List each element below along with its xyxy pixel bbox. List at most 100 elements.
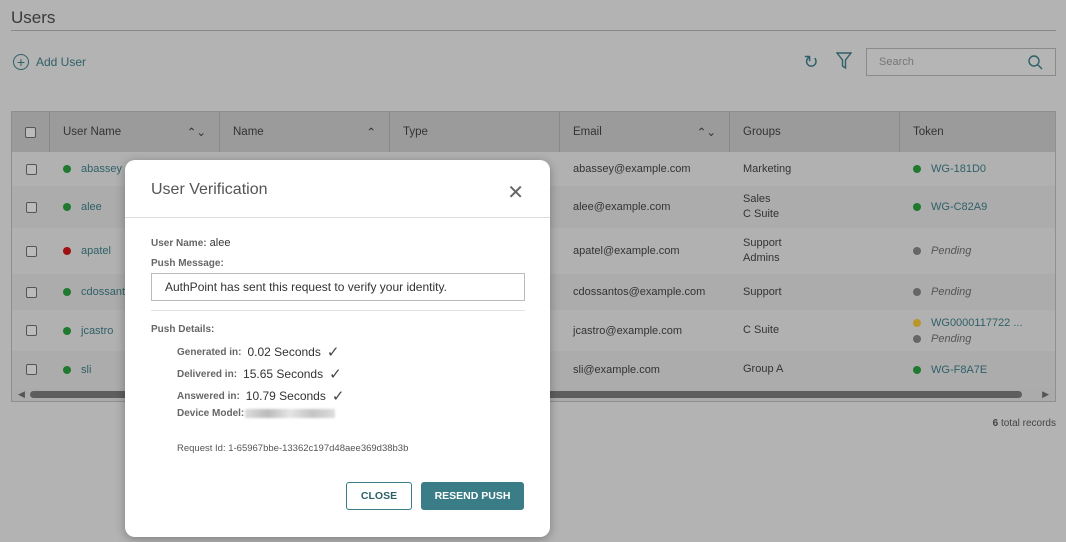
total-records: 6 total records	[993, 418, 1056, 429]
group-label: Support	[743, 285, 782, 298]
title-divider	[11, 30, 1056, 31]
token-cell: WG-C82A9	[900, 186, 1055, 228]
header-label: Email	[573, 126, 602, 138]
status-dot	[63, 365, 71, 374]
select-all-checkbox[interactable]	[25, 126, 36, 138]
group-label: Support	[743, 237, 782, 249]
row-checkbox[interactable]	[25, 245, 37, 257]
token-item: WG-181D0	[913, 161, 986, 177]
user-name-link[interactable]: jcastro	[81, 325, 113, 337]
token-status-dot	[913, 288, 921, 296]
search-input[interactable]	[879, 56, 1019, 68]
checkbox-cell	[12, 152, 50, 186]
row-checkbox[interactable]	[25, 364, 37, 375]
group-label: C Suite	[743, 208, 780, 220]
header-email[interactable]: Email ⌃⌄	[560, 112, 730, 152]
groups-cell: Sales C Suite	[730, 186, 900, 228]
status-dot	[63, 326, 71, 335]
row-checkbox[interactable]	[25, 201, 37, 213]
token-item: WG-F8A7E	[913, 362, 987, 378]
email-cell: apatel@example.com	[573, 245, 680, 257]
push-message-label: Push Message:	[151, 258, 224, 269]
search-icon[interactable]	[1028, 54, 1043, 70]
checkbox-cell	[12, 228, 50, 274]
token-status-dot	[913, 365, 921, 374]
resend-push-button[interactable]: RESEND PUSH	[421, 482, 524, 510]
token-cell: Pending	[900, 274, 1055, 310]
token-link[interactable]: WG-F8A7E	[931, 362, 987, 378]
group-label: C Suite	[743, 324, 780, 336]
group-label: Marketing	[743, 162, 792, 175]
groups-cell: Support	[730, 274, 900, 310]
token-link[interactable]: WG-181D0	[931, 161, 986, 177]
user-name-link[interactable]: sli	[81, 364, 91, 376]
push-details-label: Push Details:	[151, 324, 215, 335]
header-token[interactable]: Token	[900, 112, 1055, 152]
token-status-dot	[913, 334, 921, 343]
header-label: User Name	[63, 126, 122, 138]
status-dot	[63, 247, 71, 255]
filter-icon[interactable]	[834, 52, 854, 72]
token-item: Pending	[913, 243, 971, 259]
push-message-field[interactable]: AuthPoint has sent this request to verif…	[151, 273, 525, 301]
row-checkbox[interactable]	[25, 163, 37, 175]
user-name-value: alee	[209, 237, 231, 249]
close-icon[interactable]: ✕	[507, 180, 524, 205]
close-button[interactable]: CLOSE	[346, 482, 412, 510]
dialog-title: User Verification	[151, 181, 268, 198]
token-cell: Pending	[900, 228, 1055, 274]
row-checkbox[interactable]	[25, 325, 37, 336]
email-cell: sli@example.com	[573, 363, 660, 376]
header-name[interactable]: Name ⌃	[220, 112, 390, 152]
token-link[interactable]: WG0000117722 ...	[931, 315, 1023, 331]
details-divider	[151, 310, 525, 311]
row-checkbox[interactable]	[25, 286, 37, 298]
token-pending: Pending	[931, 332, 972, 345]
header-user-name[interactable]: User Name ⌃⌄	[50, 112, 220, 152]
page-title: Users	[11, 8, 56, 27]
token-status-dot	[913, 247, 921, 255]
scroll-right-icon[interactable]: ▶	[1042, 389, 1049, 400]
group-label: Group A	[743, 363, 784, 375]
checkbox-cell	[12, 310, 50, 351]
check-icon: ✓	[326, 344, 340, 361]
token-item: WG-C82A9	[913, 199, 987, 215]
groups-cell: Support Admins	[730, 228, 900, 274]
sort-asc-icon: ⌃	[366, 127, 376, 139]
header-label: Type	[403, 126, 428, 138]
token-link[interactable]: WG-C82A9	[931, 199, 987, 215]
groups-cell: C Suite	[730, 310, 900, 351]
request-id: Request Id: 1-65967bbe-13362c197d48aee36…	[177, 443, 409, 454]
token-item: Pending	[913, 284, 971, 300]
email-cell: abassey@example.com	[573, 163, 691, 175]
token-item: Pending	[913, 331, 971, 347]
records-label: total records	[1000, 418, 1056, 429]
header-groups[interactable]: Groups	[730, 112, 900, 152]
checkbox-cell	[12, 274, 50, 310]
user-name-link[interactable]: abassey	[81, 163, 122, 175]
records-count: 6	[992, 418, 999, 429]
email-cell: cdossantos@example.com	[573, 286, 706, 298]
answered-value: 10.79 Seconds	[245, 389, 326, 403]
token-pending: Pending	[931, 286, 972, 298]
check-icon: ✓	[331, 388, 345, 405]
header-label: Name	[233, 126, 264, 138]
checkbox-cell	[12, 351, 50, 388]
group-label: Admins	[743, 252, 780, 264]
search-box[interactable]	[866, 48, 1056, 76]
sort-icon: ⌃⌄	[186, 127, 206, 139]
scroll-left-icon[interactable]: ◀	[18, 389, 25, 400]
refresh-icon[interactable]: ↻	[801, 52, 821, 72]
delivered-label: Delivered in:	[177, 368, 238, 380]
user-name-link[interactable]: apatel	[81, 245, 111, 257]
status-dot	[63, 288, 71, 296]
add-user-button[interactable]: + Add User	[13, 54, 86, 70]
token-cell: WG-F8A7E	[900, 351, 1055, 388]
sort-icon: ⌃⌄	[696, 127, 716, 139]
user-name-link[interactable]: alee	[81, 201, 102, 213]
header-type[interactable]: Type	[390, 112, 560, 152]
header-label: Token	[913, 126, 944, 138]
check-icon: ✓	[329, 366, 342, 383]
user-verification-dialog: User Verification ✕ User Name: alee Push…	[125, 160, 550, 537]
device-model-label: Device Model:	[177, 408, 245, 419]
